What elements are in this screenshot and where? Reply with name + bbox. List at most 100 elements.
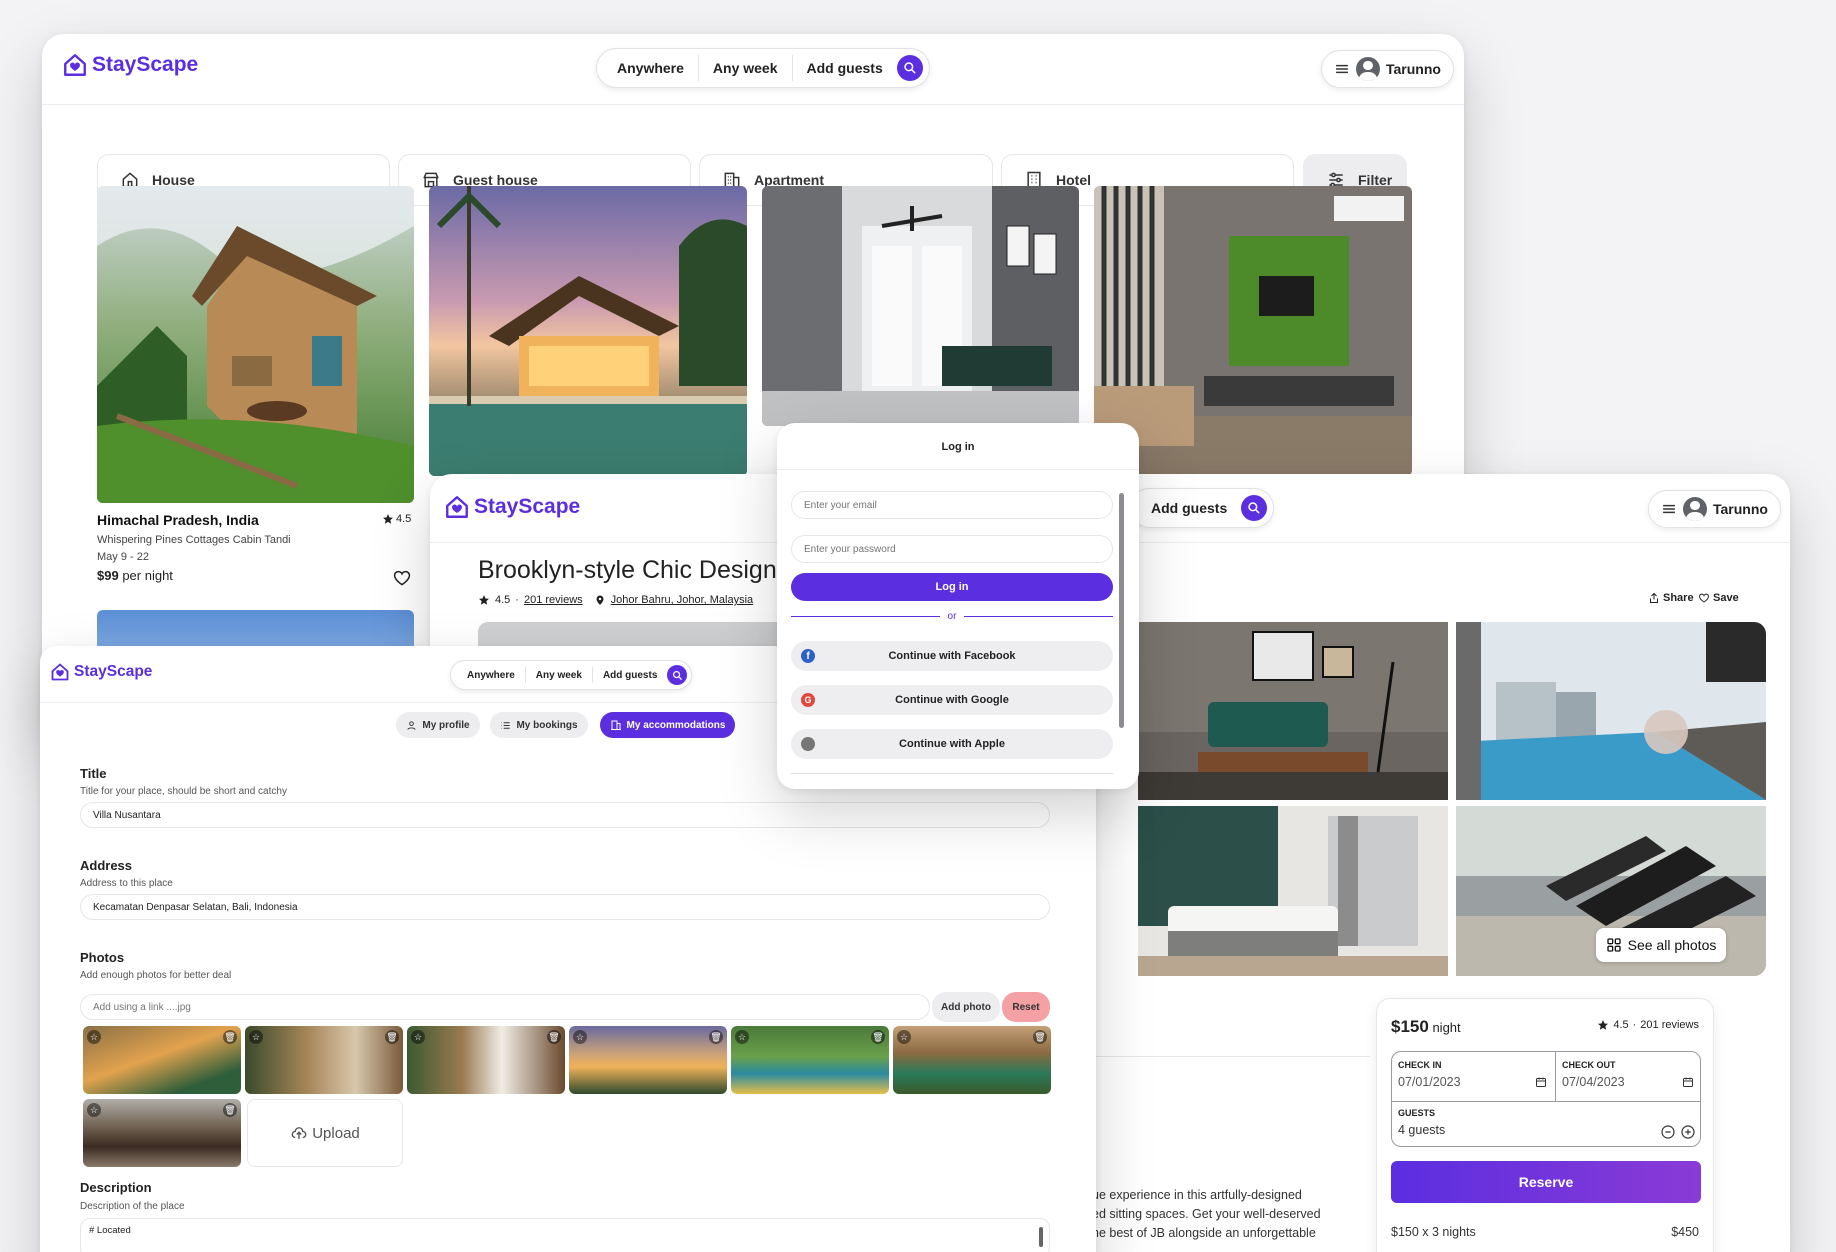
search-add-guests[interactable]: Add guests — [807, 60, 883, 76]
detail-address[interactable]: Johor Bahru, Johor, Malaysia — [611, 594, 753, 606]
scrollbar-thumb[interactable] — [1039, 1227, 1043, 1247]
search-any-week[interactable]: Any week — [536, 670, 582, 681]
search-anywhere[interactable]: Anywhere — [617, 60, 684, 76]
star-icon[interactable]: ☆ — [87, 1030, 101, 1044]
check-out-value: 07/04/2023 — [1562, 1075, 1625, 1089]
search-button[interactable] — [896, 55, 923, 81]
logo[interactable]: StayScape — [444, 494, 580, 520]
star-icon[interactable]: ☆ — [411, 1030, 425, 1044]
add-photo-button[interactable]: Add photo — [932, 992, 1000, 1022]
google-login-button[interactable]: G Continue with Google — [791, 685, 1113, 715]
logo[interactable]: StayScape — [50, 662, 152, 682]
plus-icon[interactable] — [1680, 1124, 1696, 1140]
search-bar[interactable]: Anywhere Any week Add guests — [450, 660, 693, 690]
listing-photo-villa[interactable] — [429, 186, 747, 476]
search-bar[interactable]: Anywhere Any week Add guests — [596, 48, 930, 88]
star-icon[interactable]: ☆ — [87, 1103, 101, 1117]
listing-meta: 4.5 · 201 reviews Johor Bahru, Johor, Ma… — [478, 594, 753, 606]
listing-photo-living-room[interactable] — [1094, 186, 1412, 476]
booking-price: $150 night — [1391, 1017, 1461, 1037]
reserve-label: Reserve — [1518, 1174, 1574, 1190]
tab-my-bookings[interactable]: My bookings — [490, 712, 588, 738]
minus-icon[interactable] — [1660, 1124, 1676, 1140]
gallery-bedroom[interactable] — [1138, 806, 1448, 976]
trash-icon[interactable]: 🗑 — [871, 1030, 885, 1044]
upload-button[interactable]: Upload — [247, 1099, 403, 1167]
listing-photo-cabin[interactable] — [97, 186, 414, 503]
photo-thumb[interactable]: ☆ 🗑 — [731, 1026, 889, 1094]
photo-thumb[interactable]: ☆ 🗑 — [83, 1099, 241, 1167]
gallery-image — [1138, 806, 1448, 976]
email-input[interactable] — [791, 491, 1113, 519]
apple-login-button[interactable]: Continue with Apple — [791, 729, 1113, 759]
user-menu[interactable]: Tarunno — [1321, 50, 1454, 88]
star-icon[interactable]: ☆ — [897, 1030, 911, 1044]
trash-icon[interactable]: 🗑 — [223, 1103, 237, 1117]
search-add-guests[interactable]: Add guests — [603, 670, 657, 681]
guests-field[interactable]: GUESTS 4 guests — [1392, 1102, 1700, 1146]
title-input[interactable]: Villa Nusantara — [80, 802, 1050, 828]
photo-thumb[interactable]: ☆ 🗑 — [407, 1026, 565, 1094]
trash-icon[interactable]: 🗑 — [1033, 1030, 1047, 1044]
description-textarea[interactable]: # Located — [80, 1218, 1050, 1252]
search-add-guests[interactable]: Add guests — [1151, 500, 1227, 516]
trash-icon[interactable]: 🗑 — [547, 1030, 561, 1044]
star-icon[interactable]: ☆ — [735, 1030, 749, 1044]
detail-reviews[interactable]: 201 reviews — [524, 594, 583, 606]
brand-name: StayScape — [474, 495, 581, 518]
reset-label: Reset — [1012, 1001, 1040, 1013]
tab-my-profile[interactable]: My profile — [396, 712, 480, 738]
calendar-icon[interactable] — [1535, 1076, 1547, 1088]
tab-label: My accommodations — [626, 719, 726, 731]
cabin-image — [97, 186, 414, 503]
gallery-living-room[interactable] — [1138, 622, 1448, 800]
listing-photo-apartment[interactable] — [762, 186, 1079, 426]
heart-icon — [1699, 593, 1709, 603]
check-out-label: CHECK OUT — [1562, 1060, 1616, 1070]
star-icon[interactable]: ☆ — [573, 1030, 587, 1044]
search-button[interactable] — [667, 665, 688, 685]
modal-scrollbar[interactable] — [1119, 493, 1124, 728]
check-out-field[interactable]: CHECK OUT 07/04/2023 — [1556, 1052, 1700, 1102]
divider — [42, 104, 1464, 105]
photo-link-input[interactable] — [80, 994, 930, 1020]
star-icon[interactable]: ☆ — [249, 1030, 263, 1044]
password-input[interactable] — [791, 535, 1113, 563]
search-bar[interactable]: Add guests — [1130, 488, 1275, 528]
trash-icon[interactable]: 🗑 — [385, 1030, 399, 1044]
search-button[interactable] — [1241, 495, 1268, 521]
calendar-icon[interactable] — [1682, 1076, 1694, 1088]
search-icon — [1248, 502, 1260, 514]
logo-icon — [51, 663, 69, 681]
address-input[interactable]: Kecamatan Denpasar Selatan, Bali, Indone… — [80, 894, 1050, 920]
reserve-button[interactable]: Reserve — [1391, 1161, 1701, 1203]
photo-thumb[interactable]: ☆ 🗑 — [893, 1026, 1051, 1094]
search-any-week[interactable]: Any week — [713, 60, 778, 76]
listing-location[interactable]: Himachal Pradesh, India — [97, 512, 259, 528]
upload-label: Upload — [312, 1124, 360, 1142]
search-anywhere[interactable]: Anywhere — [467, 670, 515, 681]
see-all-photos-button[interactable]: See all photos — [1596, 928, 1726, 962]
photo-thumb[interactable]: ☆ 🗑 — [569, 1026, 727, 1094]
photo-thumb[interactable]: ☆ 🗑 — [83, 1026, 241, 1094]
save-button[interactable]: Save — [1698, 592, 1739, 604]
logo[interactable]: StayScape — [62, 52, 198, 78]
facebook-login-button[interactable]: f Continue with Facebook — [791, 641, 1113, 671]
user-menu[interactable]: Tarunno — [1648, 490, 1781, 528]
check-in-field[interactable]: CHECK IN 07/01/2023 — [1392, 1052, 1556, 1102]
photo-thumb[interactable]: ☆ 🗑 — [245, 1026, 403, 1094]
trash-icon[interactable]: 🗑 — [709, 1030, 723, 1044]
gallery-pool[interactable] — [1456, 622, 1766, 800]
menu-icon — [1335, 64, 1349, 74]
tab-my-accommodations[interactable]: My accommodations — [600, 712, 735, 738]
trash-icon[interactable]: 🗑 — [223, 1030, 237, 1044]
login-submit-button[interactable]: Log in — [791, 573, 1113, 601]
divider — [791, 55, 793, 81]
heart-icon[interactable] — [392, 568, 412, 588]
share-button[interactable]: Share — [1648, 592, 1694, 604]
or-label: or — [947, 610, 957, 622]
description-line: ue experience in this artfully-designed — [1092, 1188, 1302, 1202]
listing-dates: May 9 - 22 — [97, 551, 149, 563]
reset-button[interactable]: Reset — [1002, 992, 1050, 1022]
description-line: ed sitting spaces. Get your well-deserve… — [1092, 1207, 1321, 1221]
